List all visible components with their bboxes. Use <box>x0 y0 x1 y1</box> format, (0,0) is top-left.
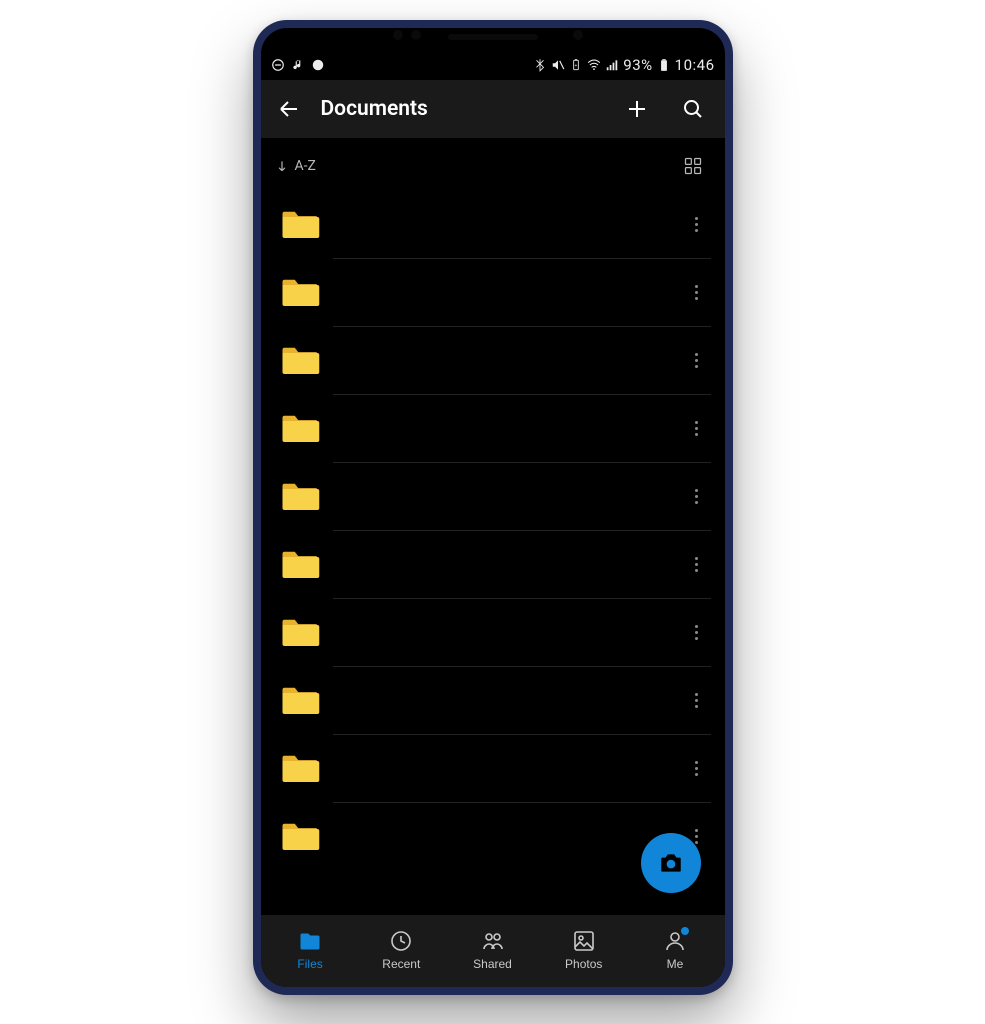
plus-icon <box>625 97 649 121</box>
folder-list[interactable] <box>261 190 725 915</box>
arrow-down-icon <box>275 159 289 173</box>
folder-row[interactable] <box>261 530 725 598</box>
signal-icon <box>605 58 619 72</box>
bottom-nav: Files Recent Shared Photos Me <box>261 915 725 987</box>
nav-label: Shared <box>473 957 512 971</box>
status-right: + 93% 10:46 <box>533 56 714 74</box>
clock: 10:46 <box>675 56 715 74</box>
more-button[interactable] <box>677 476 717 516</box>
folder-row[interactable] <box>261 258 725 326</box>
nav-shared[interactable]: Shared <box>447 928 538 972</box>
nav-label: Recent <box>382 957 420 971</box>
arrow-left-icon <box>277 97 301 121</box>
folder-row[interactable] <box>261 734 725 802</box>
view-toggle-button[interactable] <box>675 148 711 184</box>
nav-files[interactable]: Files <box>265 928 356 972</box>
grid-icon <box>683 156 703 176</box>
folder-icon <box>279 611 321 653</box>
nav-label: Me <box>667 957 684 971</box>
folder-icon <box>279 271 321 313</box>
search-icon <box>681 97 705 121</box>
camera-icon <box>658 850 684 876</box>
back-button[interactable] <box>265 85 313 133</box>
more-button[interactable] <box>677 340 717 380</box>
nav-label: Files <box>297 957 322 971</box>
more-button[interactable] <box>677 204 717 244</box>
more-button[interactable] <box>677 272 717 312</box>
add-button[interactable] <box>613 85 661 133</box>
folder-icon <box>279 543 321 585</box>
mute-icon <box>551 58 565 72</box>
battery-percent: 93% <box>623 56 652 74</box>
scan-fab[interactable] <box>641 833 701 893</box>
more-button[interactable] <box>677 680 717 720</box>
music-icon <box>291 58 305 72</box>
svg-text:+: + <box>575 64 578 69</box>
folder-row[interactable] <box>261 462 725 530</box>
folder-icon <box>279 339 321 381</box>
app-header: Documents <box>261 80 725 138</box>
folder-row[interactable] <box>261 394 725 462</box>
status-left <box>271 58 325 72</box>
phone-frame: + 93% 10:46 Documents <box>253 20 733 995</box>
more-button[interactable] <box>677 748 717 788</box>
page-title: Documents <box>321 97 605 121</box>
nav-me[interactable]: Me <box>629 928 720 972</box>
folder-row[interactable] <box>261 666 725 734</box>
sort-button[interactable]: A-Z <box>275 158 316 174</box>
folder-icon <box>279 203 321 245</box>
shared-icon <box>481 929 505 953</box>
photos-icon <box>572 929 596 953</box>
dnd-icon <box>271 58 285 72</box>
sort-label: A-Z <box>295 158 316 174</box>
folder-row[interactable] <box>261 326 725 394</box>
spotify-icon <box>311 58 325 72</box>
notification-dot <box>681 927 689 935</box>
files-icon <box>298 929 322 953</box>
folder-row[interactable] <box>261 190 725 258</box>
me-icon <box>663 929 687 953</box>
bluetooth-icon <box>533 58 547 72</box>
nav-photos[interactable]: Photos <box>538 928 629 972</box>
folder-icon <box>279 475 321 517</box>
status-bar: + 93% 10:46 <box>261 50 725 80</box>
more-button[interactable] <box>677 612 717 652</box>
folder-icon <box>279 815 321 857</box>
nav-recent[interactable]: Recent <box>356 928 447 972</box>
folder-icon <box>279 747 321 789</box>
nav-label: Photos <box>565 957 602 971</box>
folder-row[interactable] <box>261 598 725 666</box>
folder-icon <box>279 407 321 449</box>
battery-icon <box>657 58 671 72</box>
recent-icon <box>389 929 413 953</box>
sort-row: A-Z <box>261 138 725 190</box>
more-button[interactable] <box>677 544 717 584</box>
folder-icon <box>279 679 321 721</box>
wifi-icon <box>587 58 601 72</box>
battery-saver-icon: + <box>569 58 583 72</box>
more-button[interactable] <box>677 408 717 448</box>
screen: + 93% 10:46 Documents <box>261 28 725 987</box>
search-button[interactable] <box>669 85 717 133</box>
